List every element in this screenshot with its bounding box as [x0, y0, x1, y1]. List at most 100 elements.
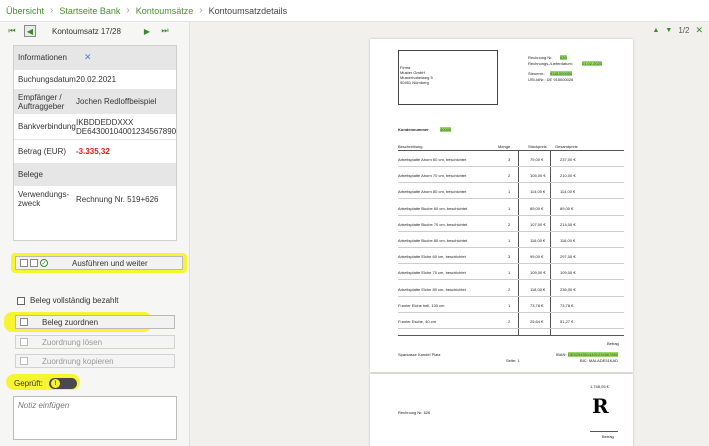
item-total-price: 210,00 € [560, 173, 576, 179]
customer-number-value: 40000 [440, 127, 452, 132]
record-navigation: ⏮ ◀ Kontoumsatz 17/28 ▶ ⏭ [0, 22, 190, 40]
item-quantity: 1 [508, 189, 511, 195]
item-description: Arbeitsplatte Ahorn 80 cm, beschichtet [398, 189, 467, 195]
page-number: Seite: 1 [506, 358, 520, 363]
close-viewer-icon[interactable]: ✕ [695, 25, 703, 36]
vat-id: USt-IdNr.: DE 915000026 [528, 77, 574, 82]
breadcrumb-transactions[interactable]: Kontoumsätze [136, 6, 194, 16]
item-quantity: 2 [508, 173, 511, 179]
item-description: Arbeitsplatte Ahorn 70 cm, beschichtet [398, 173, 467, 179]
assign-receipt-button[interactable]: Beleg zuordnen [15, 315, 175, 329]
table-row-divider [398, 166, 624, 167]
table-row-divider [398, 214, 624, 216]
next-page-icon[interactable]: ▼ [665, 27, 672, 34]
viewer-toolbar: ▲ ▼ 1/2 ✕ [646, 25, 703, 36]
invoice-date-value: 01.02.2020 [582, 61, 603, 66]
previous-page-icon[interactable]: ▲ [652, 27, 659, 34]
table-row-divider [398, 328, 624, 329]
invoice-number: Rechnung Nr. 626 [398, 410, 431, 415]
item-description: Arbeitsplatte Eiche 70 cm, beschichtet [398, 270, 466, 276]
table-row-divider [398, 247, 624, 248]
table-row-divider [398, 311, 624, 313]
item-total-price: 116,00 € [560, 238, 576, 243]
table-row-divider [398, 198, 624, 200]
invoice-date-label: Rechnungs-/Lieferdatum: [528, 61, 573, 66]
breadcrumb: Übersicht › Startseite Bank › Kontoumsät… [0, 0, 709, 22]
chevron-right-icon: › [126, 5, 130, 16]
last-record-icon[interactable]: ⏭ [159, 25, 171, 37]
table-row-divider [398, 279, 624, 281]
document-icon [20, 338, 28, 346]
warning-icon: ! [50, 379, 60, 388]
check-icon: ✓ [40, 259, 48, 267]
chevron-right-icon: › [199, 5, 203, 16]
info-label: Bankverbindung [18, 122, 76, 131]
total-label: Betrag [607, 341, 619, 346]
item-unit-price: 73,78 € [530, 302, 544, 308]
column-header: Menge [498, 144, 511, 149]
item-total-price: 109,00 € [560, 270, 576, 276]
checked-toggle[interactable]: ! [48, 378, 77, 389]
item-quantity: 1 [508, 238, 511, 243]
checkbox-box[interactable] [17, 296, 25, 305]
item-description: Arbeitsplatte Eiche 60 cm, beschichtet [398, 254, 466, 260]
item-total-price: 51,27 € [560, 319, 574, 324]
chevron-right-icon: › [50, 5, 54, 16]
breadcrumb-current: Kontoumsatzdetails [208, 5, 288, 16]
record-counter: Kontoumsatz 17/28 [52, 26, 121, 36]
info-value: Jochen Redloffbeispiel [76, 97, 157, 106]
table-line [398, 335, 624, 336]
info-label: Betrag (EUR) [18, 147, 67, 156]
release-assignment-button[interactable]: Zuordnung lösen [15, 335, 175, 349]
column-header: Beschreibung [398, 144, 423, 149]
item-total-price: 114,00 € [560, 189, 576, 195]
item-description: Arbeitsplatte Buche 80 cm, beschichtet [398, 238, 468, 243]
bank-name: Sparkasse Kandel Platz [398, 352, 441, 357]
document-icon [20, 318, 28, 326]
breadcrumb-overview[interactable]: Übersicht [6, 6, 44, 16]
previous-record-icon[interactable]: ◀ [24, 25, 36, 37]
table-line [398, 150, 624, 151]
info-row-receipts: Belege [14, 164, 176, 186]
document-icon [20, 357, 28, 365]
execute-and-next-button[interactable]: ✓ Ausführen und weiter [15, 256, 183, 270]
note-input[interactable] [13, 396, 177, 440]
iban-value: DE52545514401234567890 [568, 352, 619, 357]
invoice-page-2: 1.748,05 € Rechnung Nr. 626 R Betrag [370, 374, 633, 446]
table-line [518, 151, 519, 335]
button-label: Zuordnung kopieren [42, 356, 114, 366]
info-value: 20.02.2021 [76, 75, 117, 84]
column-header: Gesamtpreis [555, 144, 578, 149]
item-unit-price: 107,00 € [530, 221, 546, 227]
info-value: IKBDDEDDXXX DE64300104001234567890 [76, 117, 177, 136]
info-row-bank: Bankverbindung IKBDDEDDXXX DE64300104001… [14, 114, 176, 140]
checkbox-label: Beleg vollständig bezahlt [30, 296, 119, 305]
breadcrumb-bank-home[interactable]: Startseite Bank [59, 6, 120, 16]
address-line: 90451 Nürnberg [400, 80, 429, 85]
document-icon [20, 259, 28, 267]
invoice-number-value: 626 [560, 55, 567, 60]
item-unit-price: 114,00 € [530, 189, 546, 195]
copy-assignment-button[interactable]: Zuordnung kopieren [15, 354, 175, 368]
next-record-icon[interactable]: ▶ [141, 25, 153, 37]
item-total-price: 73,78 € [560, 302, 574, 308]
table-line [550, 151, 551, 335]
first-record-icon[interactable]: ⏮ [6, 25, 18, 37]
checked-label: Geprüft: [14, 379, 43, 388]
page-indicator: 1/2 [678, 26, 690, 35]
item-unit-price: 89,00 € [530, 205, 544, 211]
amount-value: -3.335,32 [76, 147, 110, 156]
info-row-amount: Betrag (EUR) -3.335,32 [14, 140, 176, 164]
pin-icon[interactable]: ✕ [84, 52, 92, 63]
receipt-fully-paid-checkbox[interactable]: Beleg vollständig bezahlt [17, 296, 119, 305]
tax-number-value: 9181000000 [550, 71, 573, 76]
item-quantity: 1 [508, 270, 511, 276]
table-row-divider [398, 263, 624, 265]
item-unit-price: 79,00 € [530, 157, 544, 162]
amount-value: 1.748,05 € [590, 384, 609, 389]
table-row-divider [398, 295, 624, 297]
item-unit-price: 99,00 € [530, 254, 544, 260]
table-row-divider [398, 182, 624, 184]
transaction-info: Informationen ✕ Buchungsdatum 20.02.2021… [13, 45, 177, 241]
folder-icon [30, 259, 38, 267]
